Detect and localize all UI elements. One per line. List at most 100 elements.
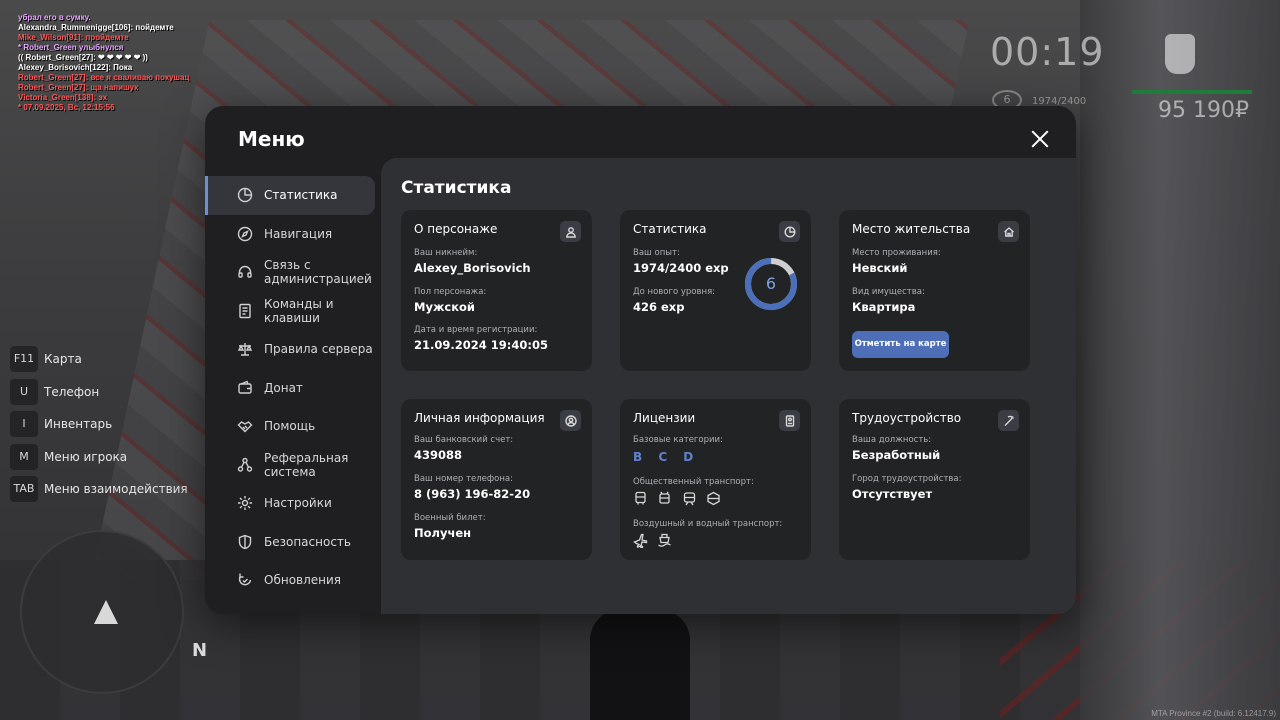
chat-log: убрал его в сумку. Alexandra_Rummenigge[… [18, 13, 189, 113]
card-statistics: Статистика Ваш опыт: 1974/2400 exp До но… [620, 210, 811, 371]
hotkey-key: F11 [10, 346, 38, 372]
ship-icon [657, 533, 672, 548]
hotkey-key: U [10, 378, 38, 405]
network-icon [237, 457, 253, 473]
pie-chart-icon [779, 221, 800, 242]
fist-icon [1165, 34, 1195, 74]
sidebar-item-label: Безопасность [264, 534, 351, 549]
page-title: Статистика [401, 178, 512, 198]
card-title: Личная информация [414, 411, 545, 425]
north-marker: N [192, 640, 208, 661]
next-level-label: До нового уровня: [633, 287, 716, 297]
hud-money: 95 190₽ [1158, 98, 1249, 123]
chat-line: (( Robert_Green[27]: ❤ ❤ ❤ ❤ ❤ )) [18, 53, 148, 62]
sidebar-item-label: Настройки [264, 496, 332, 511]
refresh-icon [237, 572, 253, 588]
build-info: MTA Province #2 (build: 6.12417.9) [1151, 709, 1276, 718]
card-personal-info: Личная информация Ваш банковский счет: 4… [401, 399, 592, 560]
hotkey-key: M [10, 443, 38, 470]
bank-account-value: 439088 [414, 448, 463, 462]
hotkey-map[interactable]: F11 Карта [10, 346, 188, 372]
sidebar-item-settings[interactable]: Настройки [205, 484, 381, 523]
hotkey-label: Телефон [44, 384, 100, 399]
sidebar-item-donate[interactable]: Донат [205, 369, 381, 408]
sidebar-item-updates[interactable]: Обновления [205, 561, 381, 600]
player-menu-window: Меню Статистика Навигация Связь с админи… [205, 106, 1076, 614]
compass-icon [237, 226, 253, 242]
card-title: О персонаже [414, 222, 498, 236]
hotkey-player-menu[interactable]: M Меню игрока [10, 443, 188, 470]
nickname-value: Alexey_Borisovich [414, 261, 531, 275]
chat-line: Robert_Green[27]: ща напишук [18, 83, 139, 92]
sidebar-item-admin-contact[interactable]: Связь с администрацией [205, 253, 381, 292]
registration-label: Дата и время регистрации: [414, 325, 538, 335]
residence-value: Невский [852, 261, 908, 275]
sidebar-item-navigation[interactable]: Навигация [205, 215, 381, 254]
sidebar-item-label: Правила сервера [264, 342, 373, 357]
hud-clock: 00:19 [990, 30, 1105, 74]
card-residence: Место жительства Место проживания: Невск… [839, 210, 1030, 371]
sidebar-item-help[interactable]: Помощь [205, 407, 381, 446]
tram-icon [682, 491, 697, 506]
residence-label: Место проживания: [852, 248, 941, 258]
shield-icon [237, 534, 253, 550]
player-character [590, 610, 690, 720]
next-level-value: 426 exp [633, 300, 685, 314]
military-id-label: Военный билет: [414, 513, 486, 523]
registration-value: 21.09.2024 19:40:05 [414, 338, 548, 352]
sidebar-item-label: Помощь [264, 419, 316, 434]
hotkey-label: Меню взаимодействия [44, 482, 188, 497]
card-title: Трудоустройство [852, 411, 962, 425]
base-categories-label: Базовые категории: [633, 435, 723, 445]
health-bar [1132, 90, 1252, 94]
chat-line: Mike_Wilson[91]: пройдемте [18, 33, 129, 42]
hotkey-key: I [10, 411, 38, 438]
trolleybus-icon [657, 491, 672, 506]
menu-sidebar: Статистика Навигация Связь с администрац… [205, 176, 381, 600]
gender-value: Мужской [414, 300, 475, 314]
sidebar-item-label: Обновления [264, 573, 342, 588]
id-card-icon [779, 410, 800, 431]
hotkey-list: F11 Карта U Телефон I Инвентарь M Меню игрок… [10, 346, 188, 509]
hotkey-interaction-menu[interactable]: TAB Меню взаимодействия [10, 476, 188, 503]
sidebar-item-statistics[interactable]: Статистика [205, 176, 375, 215]
wallet-icon [237, 380, 253, 396]
metro-icon [706, 491, 721, 506]
home-icon [998, 221, 1019, 242]
sidebar-item-label: Донат [264, 380, 303, 395]
exp-value: 1974/2400 exp [633, 261, 729, 275]
pie-chart-icon [237, 187, 253, 203]
hotkey-key: TAB [10, 476, 38, 503]
job-city-label: Город трудоустройства: [852, 474, 962, 484]
headset-icon [237, 264, 253, 280]
air-water-transport-label: Воздушный и водный транспорт: [633, 519, 783, 529]
base-categories-value: B C D [633, 450, 700, 464]
public-transport-label: Общественный транспорт: [633, 477, 754, 487]
bus-icon [633, 491, 648, 506]
mark-on-map-button[interactable]: Отметить на карте [852, 331, 949, 358]
chat-line: Alexey_Borisovich[122]: Пока [18, 63, 133, 72]
sidebar-item-commands[interactable]: Команды и клавиши [205, 292, 381, 331]
gear-icon [237, 495, 253, 511]
sidebar-item-security[interactable]: Безопасность [205, 523, 381, 562]
chat-line: Victoria_Green[138]: эх [18, 93, 108, 102]
hotkey-phone[interactable]: U Телефон [10, 378, 188, 405]
military-id-value: Получен [414, 526, 472, 540]
pickaxe-icon [998, 410, 1019, 431]
position-label: Ваша должность: [852, 435, 932, 445]
chat-line: * 07.09.2025, Вс, 12:15:56 [18, 103, 115, 112]
nickname-label: Ваш никнейм: [414, 248, 478, 258]
phone-label: Ваш номер телефона: [414, 474, 513, 484]
bank-account-label: Ваш банковский счет: [414, 435, 514, 445]
card-title: Лицензии [633, 411, 696, 425]
close-icon[interactable] [1031, 130, 1049, 148]
sidebar-item-rules[interactable]: Правила сервера [205, 330, 381, 369]
hotkey-label: Меню игрока [44, 449, 128, 464]
sidebar-item-label: Навигация [264, 226, 333, 241]
chat-line: * Robert_Green улыбнулся [18, 43, 124, 52]
player-arrow-icon [94, 600, 118, 624]
property-value: Квартира [852, 300, 916, 314]
card-licenses: Лицензии Базовые категории: B C D Общест… [620, 399, 811, 560]
sidebar-item-referral[interactable]: Реферальная система [205, 446, 381, 485]
hotkey-inventory[interactable]: I Инвентарь [10, 411, 188, 438]
